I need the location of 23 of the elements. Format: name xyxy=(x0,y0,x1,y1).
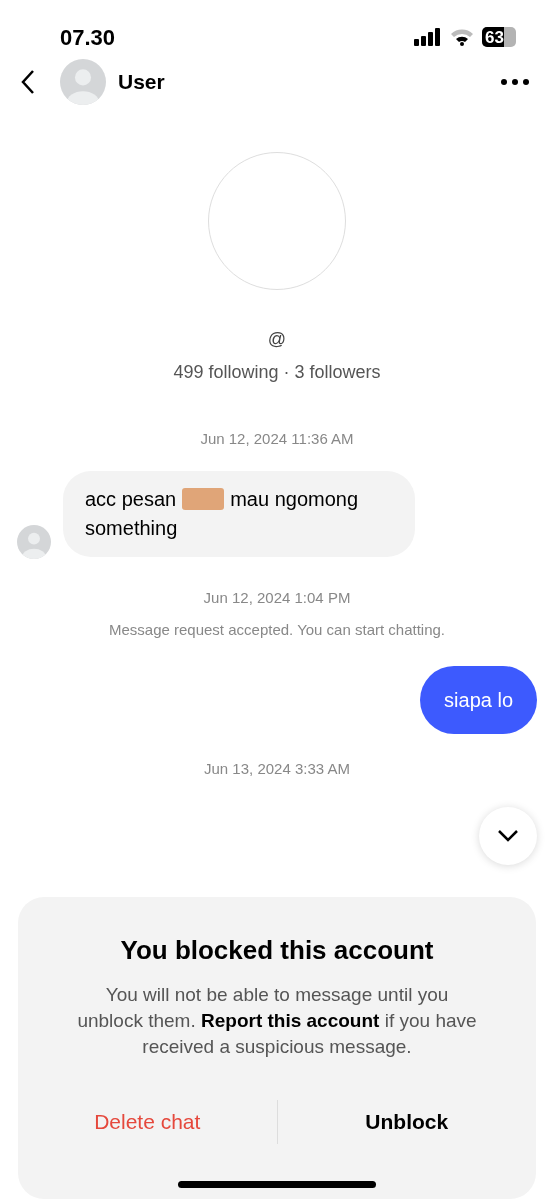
message-timestamp: Jun 13, 2024 3:33 AM xyxy=(204,758,350,779)
avatar xyxy=(60,59,106,105)
panel-title: You blocked this account xyxy=(120,934,434,967)
signal-icon xyxy=(414,28,442,46)
message-text: something xyxy=(85,515,178,541)
wifi-icon xyxy=(450,28,474,46)
sender-avatar xyxy=(17,524,51,559)
more-icon[interactable] xyxy=(500,78,530,86)
message-timestamp: Jun 12, 2024 11:36 AM xyxy=(200,429,354,449)
battery-indicator: 63 xyxy=(482,27,516,47)
system-message: Message request accepted. You can start chatting. xyxy=(108,620,446,640)
message-text: mau ngomong xyxy=(230,486,359,512)
profile-handle: @ xyxy=(267,328,287,351)
unblock-button[interactable]: Unblock xyxy=(365,1100,449,1144)
chevron-down-icon xyxy=(497,829,519,843)
delete-chat-button[interactable]: Delete chat xyxy=(94,1100,201,1144)
contact-name: User xyxy=(118,69,165,96)
panel-message: You will not be able to message until you unblock them. Report this account if you have received a suspicious message. xyxy=(76,983,478,1059)
message-text: acc pesan xyxy=(85,486,177,512)
outgoing-message-bubble: siapa lo xyxy=(420,665,537,734)
follow-stats: 499 following · 3 followers xyxy=(173,361,381,384)
status-time: 07.30 xyxy=(60,23,116,52)
message-timestamp: Jun 12, 2024 1:04 PM xyxy=(203,587,351,608)
